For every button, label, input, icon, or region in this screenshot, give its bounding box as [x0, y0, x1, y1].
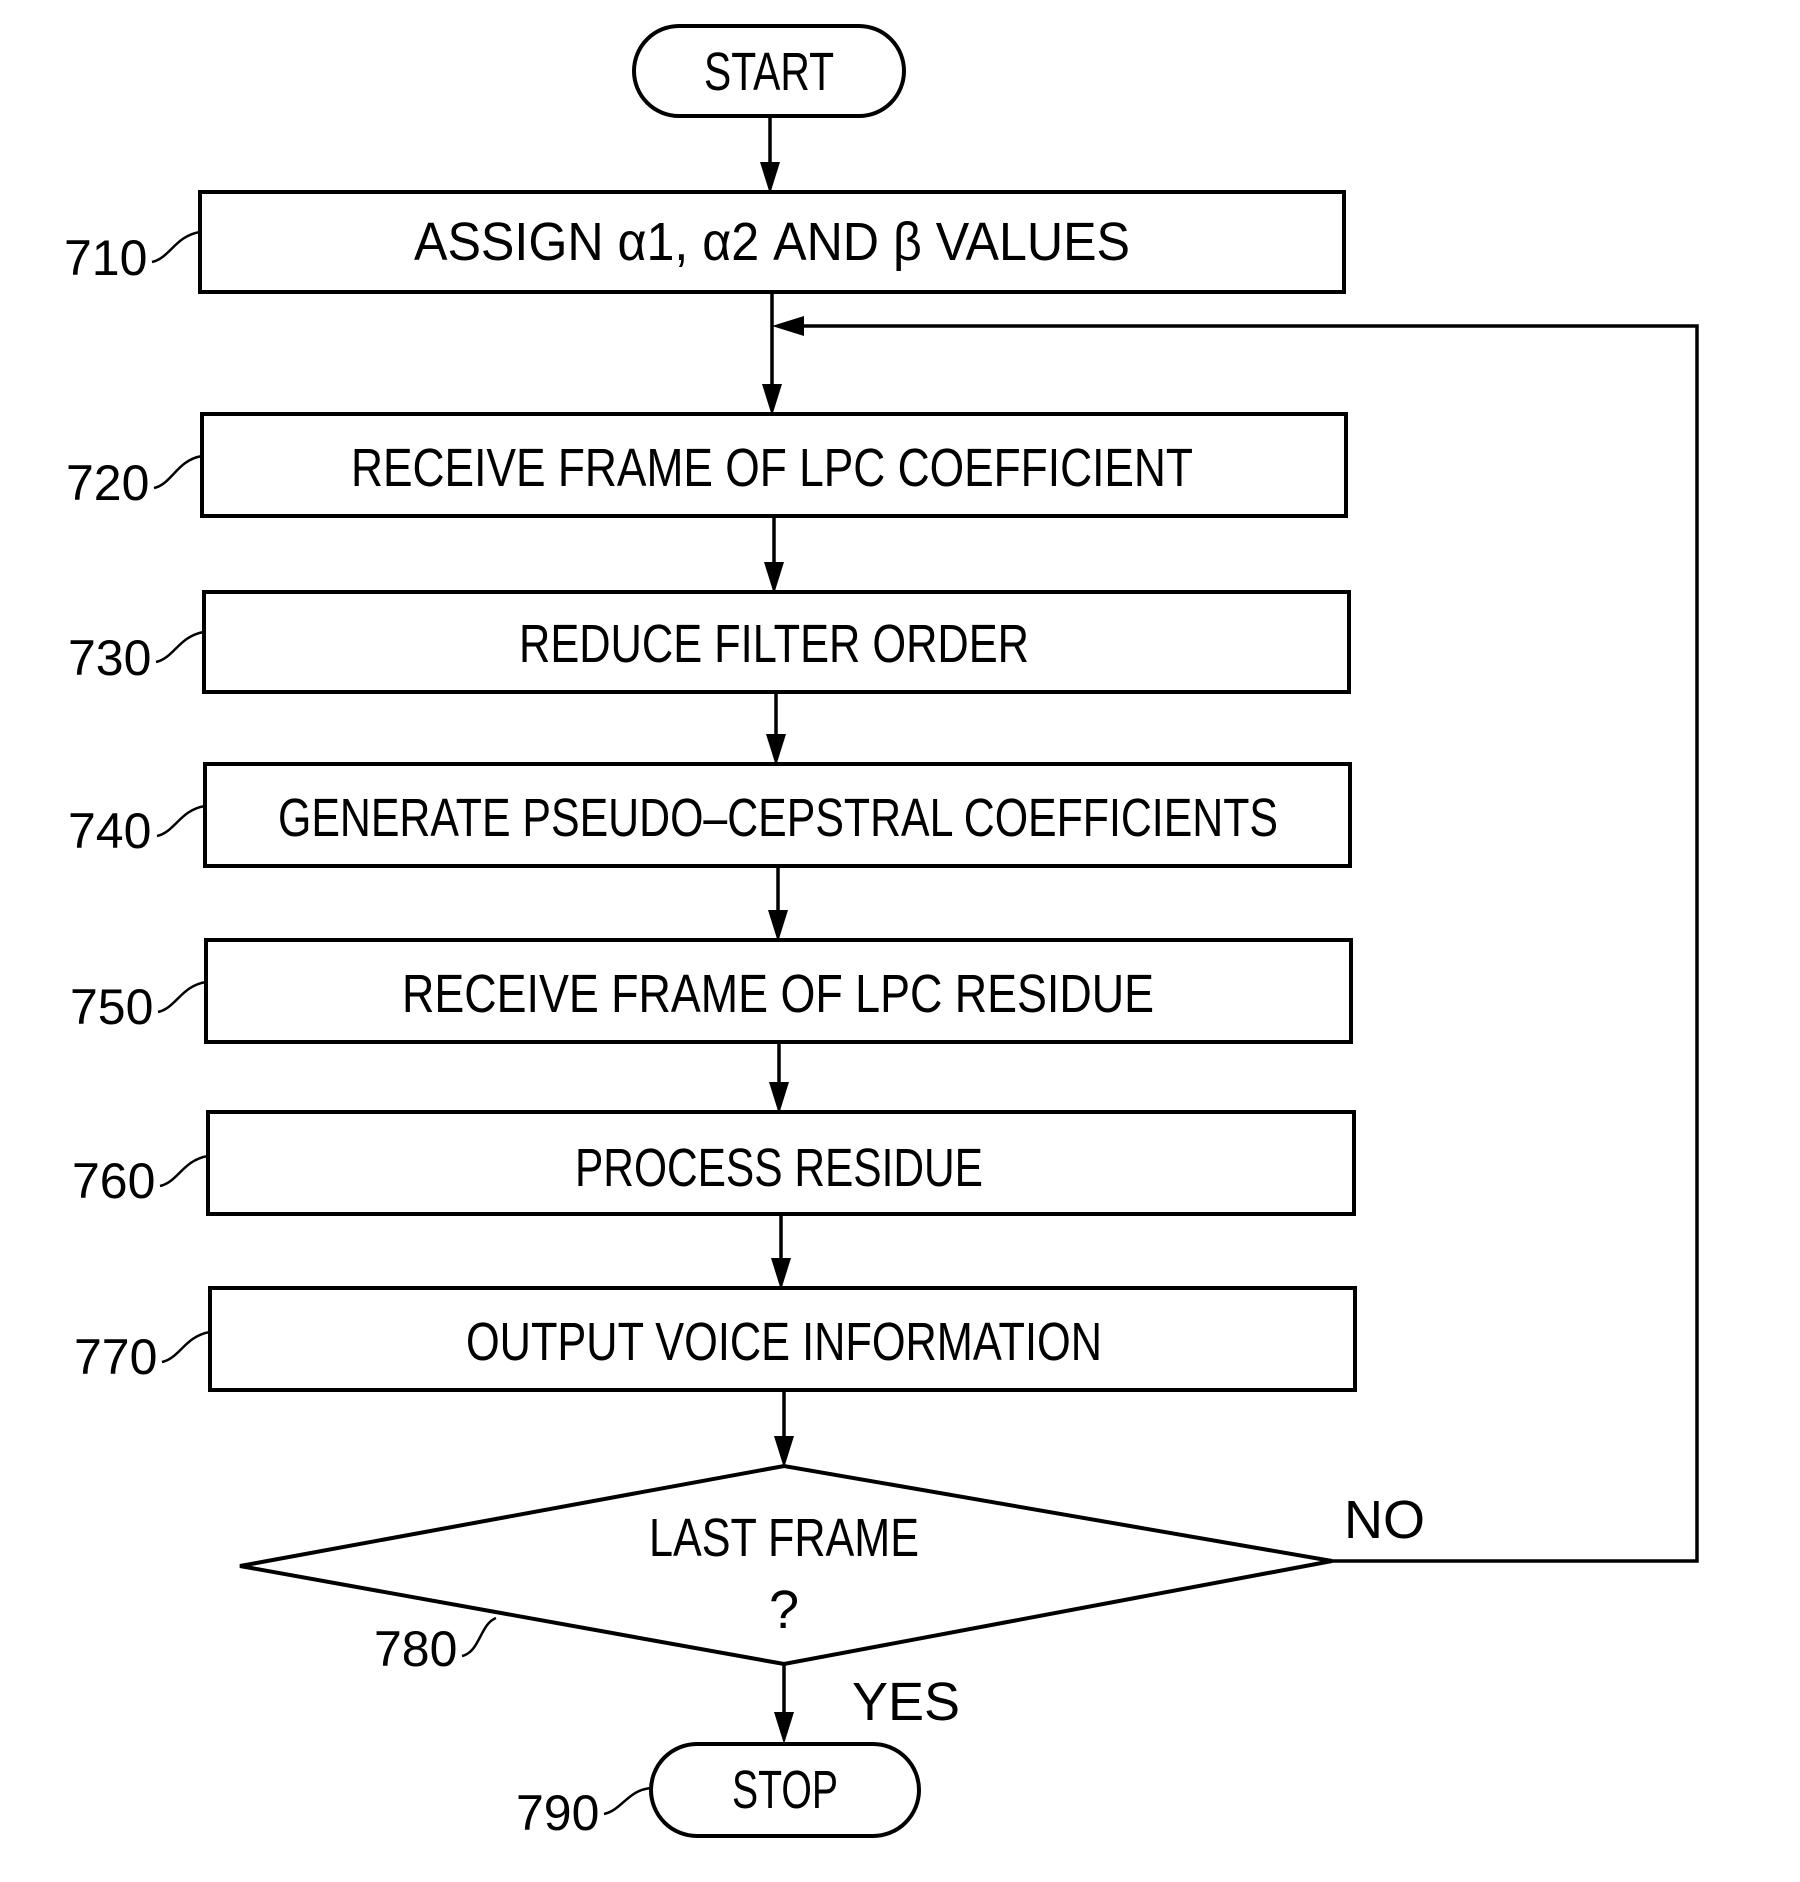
arrowhead: [774, 1712, 794, 1744]
step-label-720: RECEIVE FRAME OF LPC COEFFICIENT: [351, 438, 1193, 498]
arrowhead: [766, 734, 786, 766]
stop-label: STOP: [732, 1760, 838, 1820]
ref-770: 770: [74, 1329, 157, 1385]
ref-720: 720: [66, 455, 149, 511]
arrowhead: [769, 1082, 789, 1114]
ref-790: 790: [516, 1785, 599, 1841]
leader-770: [161, 1330, 211, 1364]
loop-arrowhead: [772, 316, 804, 336]
leader-780: [461, 1616, 497, 1658]
step-label-710: ASSIGN α1, α2 AND β VALUES: [414, 212, 1130, 272]
ref-730: 730: [68, 630, 151, 686]
arrowhead: [764, 562, 784, 594]
leader-760: [159, 1154, 209, 1188]
leader-750: [157, 980, 207, 1014]
step-label-760: PROCESS RESIDUE: [575, 1138, 983, 1198]
arrowhead: [768, 910, 788, 942]
leader-720: [153, 454, 203, 490]
no-label: NO: [1344, 1490, 1425, 1550]
decision-line2: ?: [769, 1580, 799, 1640]
arrowhead: [774, 1436, 794, 1468]
leader-740: [156, 804, 206, 838]
arrowhead: [760, 162, 780, 194]
step-label-740: GENERATE PSEUDO–CEPSTRAL COEFFICIENTS: [278, 788, 1278, 848]
arrowhead: [762, 384, 782, 416]
ref-760: 760: [72, 1153, 155, 1209]
flowchart: START ASSIGN α1, α2 AND β VALUES 710 REC…: [64, 24, 1699, 1841]
ref-750: 750: [70, 979, 153, 1035]
decision-line1: LAST FRAME: [649, 1508, 919, 1568]
step-label-750: RECEIVE FRAME OF LPC RESIDUE: [402, 964, 1154, 1024]
ref-710: 710: [64, 230, 147, 286]
step-label-730: REDUCE FILTER ORDER: [519, 614, 1029, 674]
yes-label: YES: [852, 1672, 960, 1732]
leader-710: [151, 230, 201, 264]
arrowhead: [771, 1258, 791, 1290]
start-label: START: [704, 42, 834, 102]
step-label-770: OUTPUT VOICE INFORMATION: [466, 1312, 1102, 1372]
leader-730: [155, 630, 205, 664]
ref-780: 780: [374, 1621, 457, 1677]
leader-790: [603, 1786, 652, 1816]
ref-740: 740: [68, 803, 151, 859]
